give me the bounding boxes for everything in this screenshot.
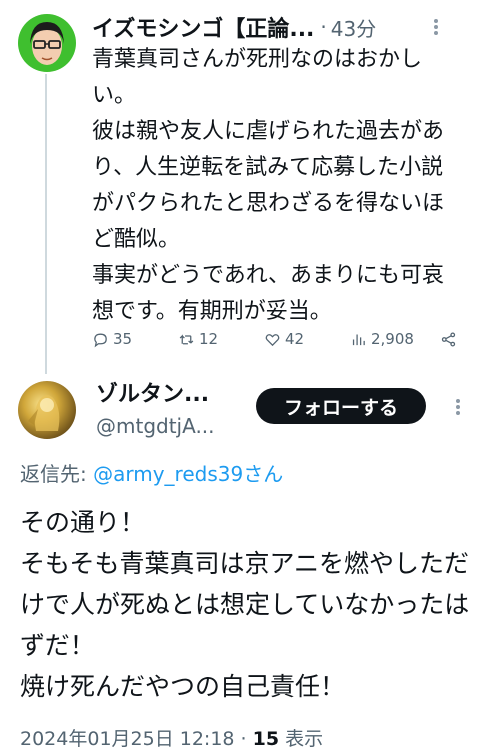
views-count: 15: [252, 728, 280, 750]
repost-count: 12: [199, 330, 219, 348]
views-count: 2,908: [371, 330, 414, 348]
reply-prefix: 返信先:: [20, 462, 94, 486]
author-handle[interactable]: @mtgdtjA...: [96, 414, 215, 438]
follow-button[interactable]: フォローする: [256, 388, 426, 424]
reply-icon: [94, 333, 107, 347]
separator-dot: ·: [234, 728, 253, 750]
author-name[interactable]: イズモシンゴ【正論...: [92, 11, 314, 43]
avatar[interactable]: [18, 381, 76, 439]
views-button[interactable]: 2,908: [350, 330, 414, 348]
like-count: 42: [285, 330, 305, 348]
avatar[interactable]: [18, 14, 76, 72]
more-icon[interactable]: [450, 395, 466, 419]
repost-icon: [179, 333, 194, 344]
reply-mention-link[interactable]: @army_reds39さん: [93, 462, 283, 486]
views-label: 表示: [279, 728, 324, 750]
tweet-date[interactable]: 2024年01月25日 12:18: [20, 728, 235, 750]
share-icon: [441, 331, 456, 347]
heart-icon: [265, 333, 280, 346]
reply-context: 返信先: @army_reds39さん: [20, 458, 283, 487]
tweet-time[interactable]: 43分: [331, 13, 376, 42]
separator-dot: ·: [320, 15, 327, 39]
reply-button[interactable]: 35: [92, 330, 132, 348]
tweet-text: その通り！ そもそも青葉真司は京アニを燃やしただけで人が死ぬとは想定していなかっ…: [20, 508, 470, 701]
tweet-text: 青葉真司さんが死刑なのはおかしい。 彼は親や友人に虐げられた過去があり、人生逆転…: [92, 47, 445, 324]
tweet-actions: 35 12 42 2,908: [92, 324, 462, 354]
thread-line: [45, 74, 47, 374]
views-icon: [352, 334, 365, 345]
tweet-header: イズモシンゴ【正論... · 43分: [92, 10, 458, 44]
share-button[interactable]: [440, 331, 457, 348]
reply-count: 35: [113, 330, 133, 348]
more-icon[interactable]: [428, 15, 444, 39]
tweet-footer: 2024年01月25日 12:18 · 15 表示: [20, 724, 323, 751]
repost-button[interactable]: 12: [178, 330, 218, 348]
author-name[interactable]: ゾルタン...: [96, 376, 209, 408]
like-button[interactable]: 42: [264, 330, 304, 348]
